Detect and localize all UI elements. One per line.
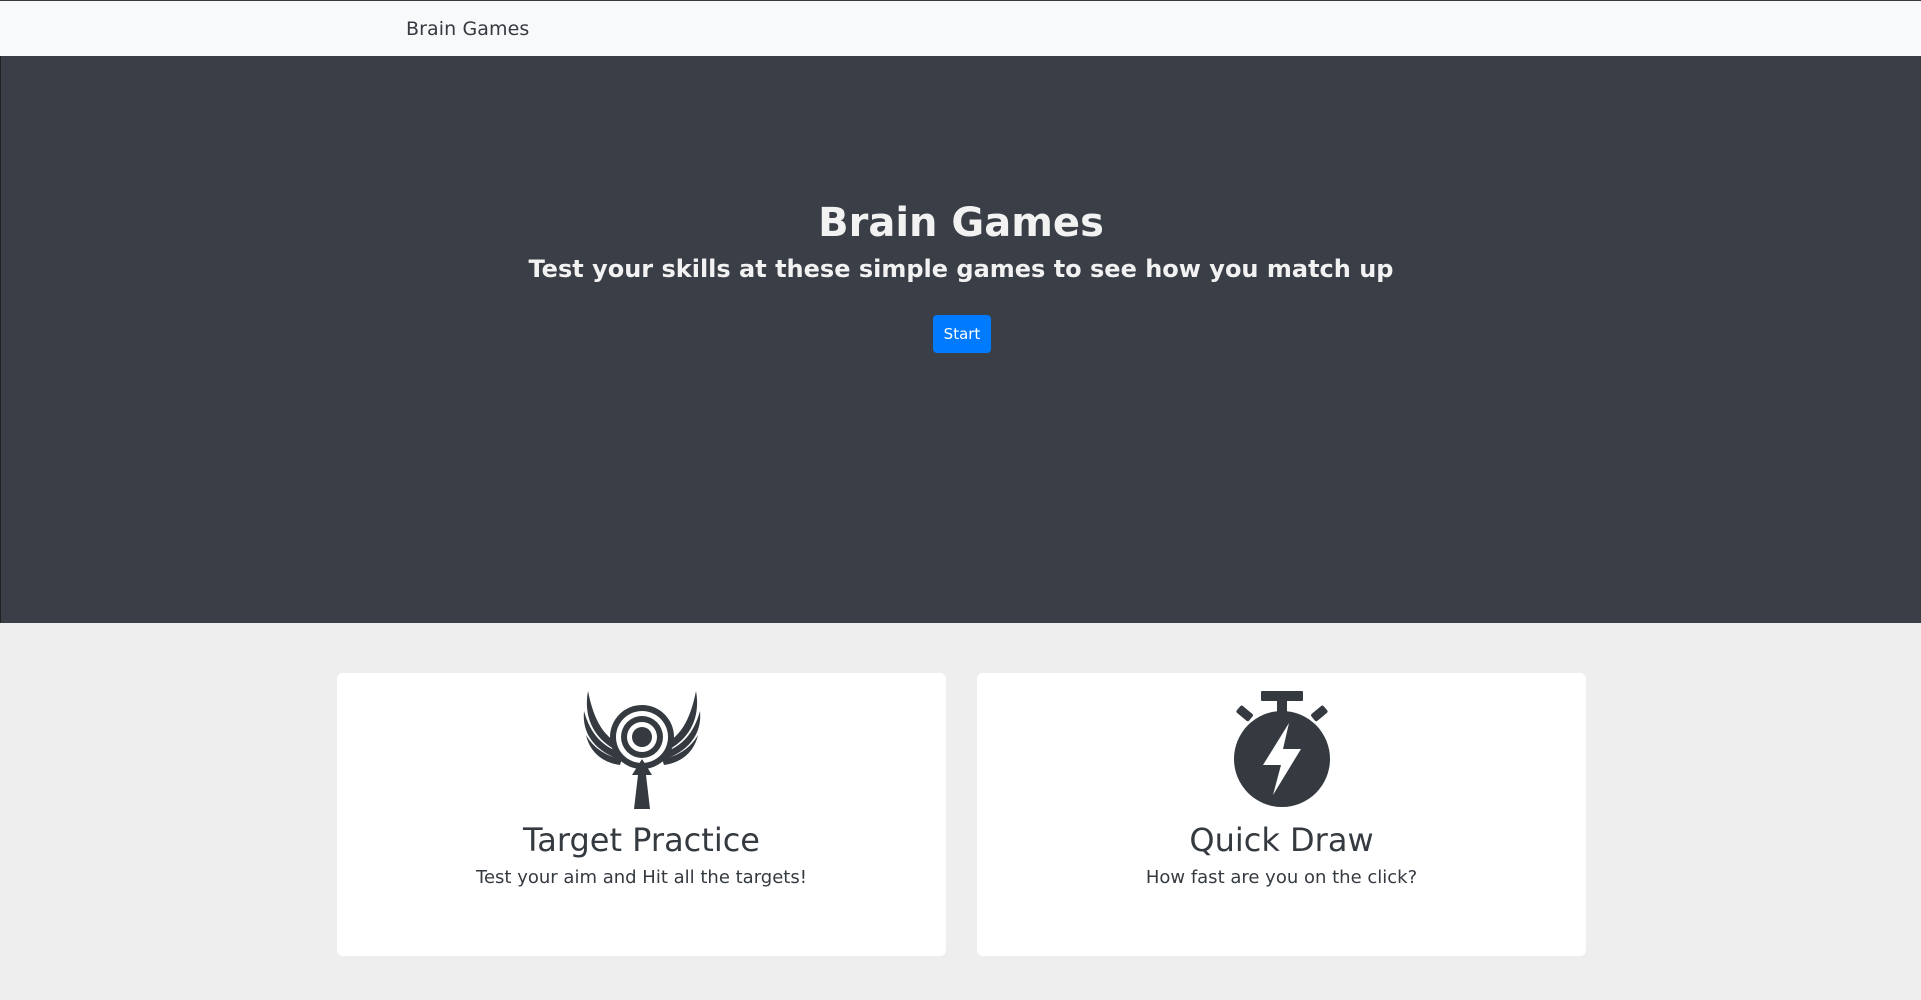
hero-title: Brain Games — [818, 200, 1104, 246]
navbar-brand-link[interactable]: Brain Games — [406, 18, 529, 40]
navbar: Brain Games — [0, 0, 1921, 56]
game-card-title: Target Practice — [523, 821, 760, 859]
winged-target-icon — [337, 691, 946, 809]
game-card-description: Test your aim and Hit all the targets! — [476, 867, 807, 888]
game-card-quick-draw[interactable]: Quick Draw How fast are you on the click… — [977, 673, 1586, 956]
hero-section: Brain Games Test your skills at these si… — [0, 56, 1921, 623]
hero-subtitle: Test your skills at these simple games t… — [528, 255, 1394, 283]
start-button[interactable]: Start — [933, 315, 991, 353]
game-card-description: How fast are you on the click? — [1145, 867, 1418, 888]
game-card-title: Quick Draw — [1189, 821, 1374, 859]
stopwatch-lightning-icon — [977, 691, 1586, 809]
game-card-target-practice[interactable]: Target Practice Test your aim and Hit al… — [337, 673, 946, 956]
